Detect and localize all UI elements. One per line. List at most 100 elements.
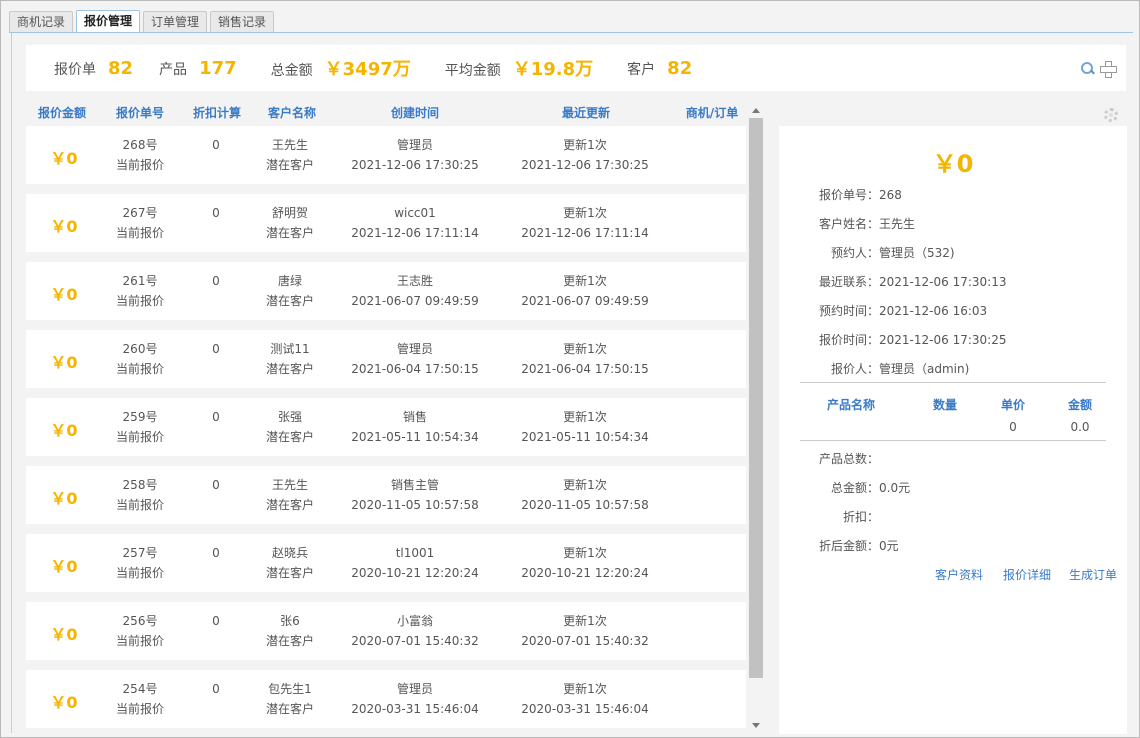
row-creator: tl1001 [395, 546, 435, 560]
detail-label: 折扣： [843, 510, 880, 524]
detail-value: 0元 [879, 539, 899, 553]
quote-detail-link[interactable]: 报价详细 [1003, 566, 1051, 583]
row-customer-type: 潜在客户 [265, 430, 315, 444]
col-product-name: 产品名称 [826, 398, 876, 412]
row-creator: 销售 [402, 410, 428, 424]
row-created: 2021-05-11 10:54:34 [351, 430, 479, 444]
customer-profile-link[interactable]: 客户资料 [935, 566, 983, 583]
detail-value: 2021-12-06 17:30:13 [879, 275, 1007, 289]
row-number: 257号 [122, 546, 158, 560]
stat-quotes-value: 82 [108, 57, 134, 79]
detail-value: 0.0元 [879, 481, 911, 495]
col-number[interactable]: 报价单号 [116, 104, 164, 121]
row-status: 当前报价 [115, 566, 165, 580]
stat-customers-value: 82 [667, 57, 693, 79]
row-created: 2021-06-07 09:49:59 [351, 294, 479, 308]
row-updated: 2021-12-06 17:11:14 [521, 226, 649, 240]
row-discount: 0 [212, 206, 220, 220]
quote-row[interactable]: ￥0 256号 当前报价 0 张6 潜在客户 小富翁 2020-07-01 15… [26, 602, 746, 660]
stat-average: 平均金额 ￥19.8万 [445, 55, 593, 81]
row-customer-type: 潜在客户 [265, 158, 315, 172]
row-number: 268号 [122, 138, 158, 152]
row-customer: 赵晓兵 [271, 546, 309, 560]
col-amount[interactable]: 报价金额 [38, 104, 86, 121]
search-icon[interactable] [1080, 61, 1096, 77]
detail-product-count: 产品总数： [819, 450, 879, 467]
row-updates: 更新1次 [563, 546, 607, 560]
quote-row[interactable]: ￥0 257号 当前报价 0 赵晓兵 潜在客户 tl1001 2020-10-2… [26, 534, 746, 592]
tab-opportunities[interactable]: 商机记录 [9, 11, 74, 32]
row-creator: 王志胜 [396, 274, 434, 288]
row-amount: ￥0 [50, 421, 78, 440]
row-status: 当前报价 [115, 294, 165, 308]
list-scrollbar[interactable] [748, 104, 764, 732]
row-updated: 2020-03-31 15:46:04 [521, 702, 649, 716]
row-created: 2021-12-06 17:11:14 [351, 226, 479, 240]
add-icon[interactable] [1100, 61, 1117, 78]
row-amount: ￥0 [50, 557, 78, 576]
row-created: 2020-11-05 10:57:58 [351, 498, 479, 512]
col-opportunity-order[interactable]: 商机/订单 [686, 104, 738, 121]
stat-total: 总金额 ￥3497万 [271, 55, 411, 81]
row-status: 当前报价 [115, 430, 165, 444]
detail-label: 最近联系： [819, 275, 880, 289]
row-customer-type: 潜在客户 [265, 566, 315, 580]
row-customer-type: 潜在客户 [265, 362, 315, 376]
quote-row[interactable]: ￥0 258号 当前报价 0 王先生 潜在客户 销售主管 2020-11-05 … [26, 466, 746, 524]
row-number: 256号 [122, 614, 158, 628]
detail-label: 客户姓名： [819, 217, 880, 231]
row-updates: 更新1次 [563, 206, 607, 220]
quote-row[interactable]: ￥0 267号 当前报价 0 舒明贺 潜在客户 wicc01 2021-12-0… [26, 194, 746, 252]
row-customer: 王先生 [271, 478, 309, 492]
stat-average-label: 平均金额 [444, 63, 501, 79]
row-created: 2020-07-01 15:40:32 [351, 634, 479, 648]
col-unit-price: 单价 [1000, 398, 1026, 412]
gear-icon[interactable] [1104, 108, 1118, 122]
row-customer: 唐绿 [277, 274, 303, 288]
quote-row[interactable]: ￥0 260号 当前报价 0 测试11 潜在客户 管理员 2021-06-04 … [26, 330, 746, 388]
row-updated: 2021-06-04 17:50:15 [521, 362, 649, 376]
quote-row[interactable]: ￥0 259号 当前报价 0 张强 潜在客户 销售 2021-05-11 10:… [26, 398, 746, 456]
col-discount[interactable]: 折扣计算 [193, 104, 241, 121]
col-created[interactable]: 创建时间 [391, 104, 439, 121]
stat-products: 产品 177 [159, 58, 237, 79]
detail-value: 管理员（532) [879, 246, 955, 260]
stat-average-value: ￥19.8万 [512, 59, 594, 80]
row-updates: 更新1次 [563, 138, 607, 152]
col-updated[interactable]: 最近更新 [562, 104, 610, 121]
row-creator: wicc01 [394, 206, 436, 220]
row-status: 当前报价 [115, 634, 165, 648]
row-customer-type: 潜在客户 [265, 702, 315, 716]
quote-row[interactable]: ￥0 268号 当前报价 0 王先生 潜在客户 管理员 2021-12-06 1… [26, 126, 746, 184]
col-quantity: 数量 [932, 398, 958, 412]
detail-total-amount: 总金额：0.0元 [831, 479, 910, 496]
row-updates: 更新1次 [563, 478, 607, 492]
tab-orders[interactable]: 订单管理 [143, 11, 208, 32]
row-customer: 张强 [277, 410, 303, 424]
quote-row[interactable]: ￥0 261号 当前报价 0 唐绿 潜在客户 王志胜 2021-06-07 09… [26, 262, 746, 320]
row-created: 2021-06-04 17:50:15 [351, 362, 479, 376]
detail-value: 管理员（admin) [879, 362, 970, 376]
row-updates: 更新1次 [563, 342, 607, 356]
tab-quotes[interactable]: 报价管理 [76, 10, 141, 33]
row-number: 254号 [122, 682, 158, 696]
scroll-up-icon[interactable] [752, 108, 760, 113]
stats-toolbar [1080, 61, 1117, 78]
row-status: 当前报价 [115, 158, 165, 172]
detail-label: 总金额： [831, 481, 880, 495]
row-amount: ￥0 [50, 285, 78, 304]
detail-label: 报价单号： [819, 188, 880, 202]
scroll-down-icon[interactable] [752, 723, 760, 728]
row-customer-type: 潜在客户 [265, 226, 315, 240]
quote-row[interactable]: ￥0 254号 当前报价 0 包先生1 潜在客户 管理员 2020-03-31 … [26, 670, 746, 728]
row-status: 当前报价 [115, 702, 165, 716]
col-customer[interactable]: 客户名称 [268, 104, 316, 121]
detail-value: 2021-12-06 16:03 [879, 304, 988, 318]
scroll-thumb[interactable] [749, 118, 763, 678]
row-creator: 小富翁 [396, 614, 434, 628]
detail-discount: 折扣： [843, 508, 879, 525]
create-order-link[interactable]: 生成订单 [1069, 566, 1117, 583]
row-customer-type: 潜在客户 [265, 498, 315, 512]
row-creator: 管理员 [396, 682, 434, 696]
tab-sales[interactable]: 销售记录 [210, 11, 275, 32]
